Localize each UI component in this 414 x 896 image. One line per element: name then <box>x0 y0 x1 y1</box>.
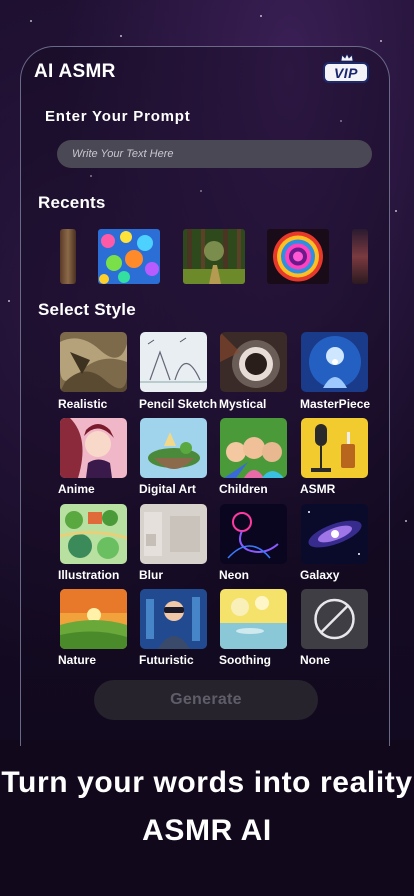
style-none[interactable] <box>301 589 368 649</box>
style-masterpiece[interactable] <box>301 332 368 392</box>
recent-thumbnail-5[interactable] <box>352 229 368 284</box>
style-label: Nature <box>58 653 97 667</box>
style-label: Illustration <box>58 568 120 582</box>
vip-button[interactable]: VIP <box>323 62 369 83</box>
style-soothing[interactable] <box>220 589 287 649</box>
prohibited-icon <box>314 598 355 640</box>
style-illustration[interactable] <box>60 504 127 564</box>
style-pencil-sketch[interactable] <box>140 332 207 392</box>
style-label: Soothing <box>219 653 271 667</box>
select-style-title: Select Style <box>38 300 136 319</box>
recent-thumbnail-2[interactable] <box>98 229 160 284</box>
recent-thumbnail-4[interactable] <box>267 229 329 284</box>
style-nature[interactable] <box>60 589 127 649</box>
style-label: Anime <box>58 482 95 496</box>
style-label: Digital Art <box>139 482 196 496</box>
style-label: ASMR <box>300 482 336 496</box>
style-futuristic[interactable] <box>140 589 207 649</box>
generate-label: Generate <box>170 691 242 708</box>
style-asmr[interactable] <box>301 418 368 478</box>
prompt-input[interactable] <box>57 140 372 168</box>
style-label: None <box>300 653 330 667</box>
style-label: Children <box>219 482 268 496</box>
style-neon[interactable] <box>220 504 287 564</box>
crown-icon <box>340 54 354 62</box>
recent-thumbnail-1[interactable] <box>60 229 76 284</box>
app-title: AI ASMR <box>34 61 116 82</box>
style-label: MasterPiece <box>300 397 371 411</box>
style-galaxy[interactable] <box>301 504 368 564</box>
style-anime[interactable] <box>60 418 127 478</box>
style-mystical[interactable] <box>220 332 287 392</box>
style-label: Galaxy <box>300 568 340 582</box>
recent-thumbnail-3[interactable] <box>183 229 245 284</box>
style-label: Mystical <box>219 397 267 411</box>
vip-label: VIP <box>333 64 359 81</box>
style-label: Blur <box>139 568 163 582</box>
style-children[interactable] <box>220 418 287 478</box>
style-label: Realistic <box>58 397 108 411</box>
style-blur[interactable] <box>140 504 207 564</box>
tagline-line-1: Turn your words into reality <box>1 766 413 799</box>
prompt-label: Enter Your Prompt <box>45 108 191 125</box>
style-label: Pencil Sketch <box>139 397 218 411</box>
style-label: Futuristic <box>139 653 194 667</box>
generate-button[interactable]: Generate <box>94 680 318 720</box>
style-digital-art[interactable] <box>140 418 207 478</box>
style-label: Neon <box>219 568 249 582</box>
recents-title: Recents <box>38 193 106 212</box>
style-realistic[interactable] <box>60 332 127 392</box>
tagline-line-2: ASMR AI <box>142 814 272 847</box>
